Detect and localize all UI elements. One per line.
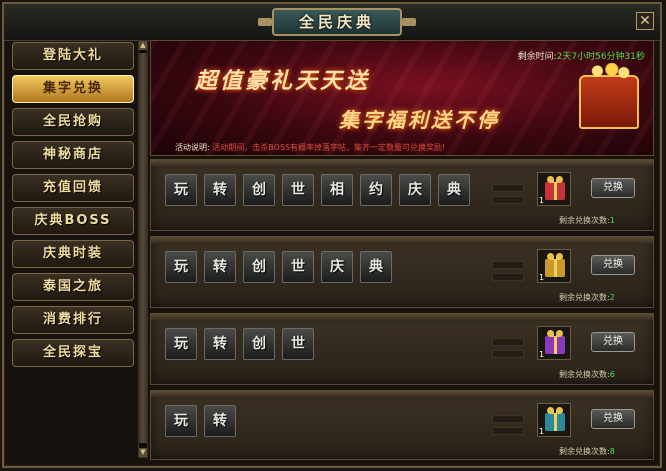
arrow-slot [492,350,524,358]
arrow-slot [492,184,524,192]
word-tile: 转 [204,174,236,206]
banner-slogan-2: 集字福利送不停 [339,108,500,132]
gift-box-icon[interactable]: 1 [537,403,571,437]
word-tile: 约 [360,174,392,206]
word-tile: 转 [204,251,236,283]
word-tile: 创 [243,174,275,206]
remaining-count: 剩余兑换次数:6 [559,370,615,379]
gift-quantity: 1 [539,273,545,282]
event-description: 活动说明: 活动期间，击杀BOSS有概率掉落字帖，集齐一定数量可兑换奖励! [175,142,445,153]
sidebar-item-thailand-trip[interactable]: 泰国之旅 [12,273,134,301]
remaining-time: 剩余时间:2天7小时56分钟31秒 [518,49,645,62]
sidebar-item-spending-rank[interactable]: 消费排行 [12,306,134,334]
word-tile: 典 [438,174,470,206]
word-tile: 转 [204,405,236,437]
word-tile: 玩 [165,251,197,283]
remaining-count: 剩余兑换次数:2 [559,293,615,302]
exchange-button[interactable]: 兑换 [591,255,635,275]
gift-quantity: 1 [539,196,545,205]
word-tile: 世 [282,251,314,283]
scroll-up-icon[interactable]: ▲ [139,41,147,50]
list-scrollbar[interactable]: ▲ ▼ [138,40,148,458]
gift-box-icon[interactable]: 1 [537,172,571,206]
exchange-row: 玩 转 创 世 庆 典 1 兑换 剩余兑换次数:2 [150,236,654,308]
scroll-thumb[interactable] [139,53,147,443]
scroll-down-icon[interactable]: ▼ [139,448,147,457]
sidebar-item-flash-sale[interactable]: 全民抢购 [12,108,134,136]
exchange-row: 玩 转 1 兑换 剩余兑换次数:8 [150,390,654,460]
sidebar-item-celebration-outfit[interactable]: 庆典时装 [12,240,134,268]
treasure-chest-icon [579,63,639,129]
word-tile: 庆 [399,174,431,206]
remaining-time-label: 剩余时间: [517,52,557,62]
sidebar-item-mystery-shop[interactable]: 神秘商店 [12,141,134,169]
window-title: 全民庆典 [258,8,416,36]
gift-quantity: 1 [539,350,545,359]
word-tile: 转 [204,328,236,360]
word-tile: 创 [243,328,275,360]
exchange-button[interactable]: 兑换 [591,178,635,198]
sidebar-item-recharge-reward[interactable]: 充值回馈 [12,174,134,202]
word-tile: 典 [360,251,392,283]
banner-slogan-1: 超值豪礼天天送 [195,68,371,94]
gift-quantity: 1 [539,427,545,436]
arrow-slot [492,196,524,204]
event-description-text: 活动期间，击杀BOSS有概率掉落字帖，集齐一定数量可兑换奖励! [212,143,446,152]
word-tile: 相 [321,174,353,206]
arrow-slot [492,261,524,269]
exchange-row: 玩 转 创 世 1 兑换 剩余兑换次数:6 [150,313,654,385]
exchange-button[interactable]: 兑换 [591,332,635,352]
gift-box-icon[interactable]: 1 [537,249,571,283]
gift-box-icon[interactable]: 1 [537,326,571,360]
event-description-label: 活动说明: [175,143,210,152]
arrow-slot [492,273,524,281]
word-tile: 玩 [165,405,197,437]
word-tile: 玩 [165,328,197,360]
word-tile: 世 [282,328,314,360]
arrow-slot [492,338,524,346]
exchange-button[interactable]: 兑换 [591,409,635,429]
remaining-count: 剩余兑换次数:1 [559,216,615,225]
event-banner: 剩余时间:2天7小时56分钟31秒 超值豪礼天天送 集字福利送不停 活动说明: … [150,40,654,156]
arrow-slot [492,415,524,423]
word-tile: 世 [282,174,314,206]
exchange-row: 玩 转 创 世 相 约 庆 典 1 兑换 剩余兑换次数:1 [150,159,654,231]
sidebar-item-treasure-hunt[interactable]: 全民探宝 [12,339,134,367]
title-bar: 全民庆典 ✕ [4,4,660,41]
word-tile: 创 [243,251,275,283]
word-tile: 庆 [321,251,353,283]
close-button[interactable]: ✕ [636,12,654,30]
sidebar-item-login-gift[interactable]: 登陆大礼 [12,42,134,70]
remaining-time-value: 2天7小时56分钟31秒 [556,52,645,62]
word-tile: 玩 [165,174,197,206]
sidebar-item-collect-words[interactable]: 集字兑换 [12,75,134,103]
arrow-slot [492,427,524,435]
remaining-count: 剩余兑换次数:8 [559,447,615,456]
sidebar: 登陆大礼 集字兑换 全民抢购 神秘商店 充值回馈 庆典BOSS 庆典时装 泰国之… [8,38,136,456]
sidebar-item-celebration-boss[interactable]: 庆典BOSS [12,207,134,235]
